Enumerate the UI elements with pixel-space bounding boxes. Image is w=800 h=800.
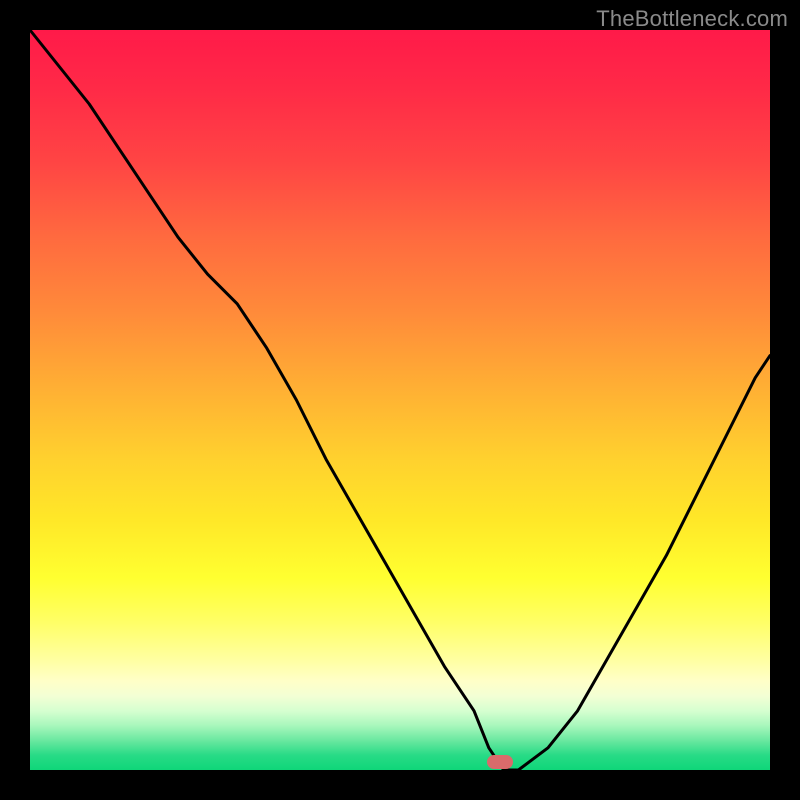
bottleneck-line-svg: [30, 30, 770, 770]
optimal-point-marker: [487, 755, 513, 769]
bottleneck-line-path: [30, 30, 770, 770]
chart-frame: TheBottleneck.com: [0, 0, 800, 800]
watermark-text: TheBottleneck.com: [596, 6, 788, 32]
plot-area: [30, 30, 770, 770]
